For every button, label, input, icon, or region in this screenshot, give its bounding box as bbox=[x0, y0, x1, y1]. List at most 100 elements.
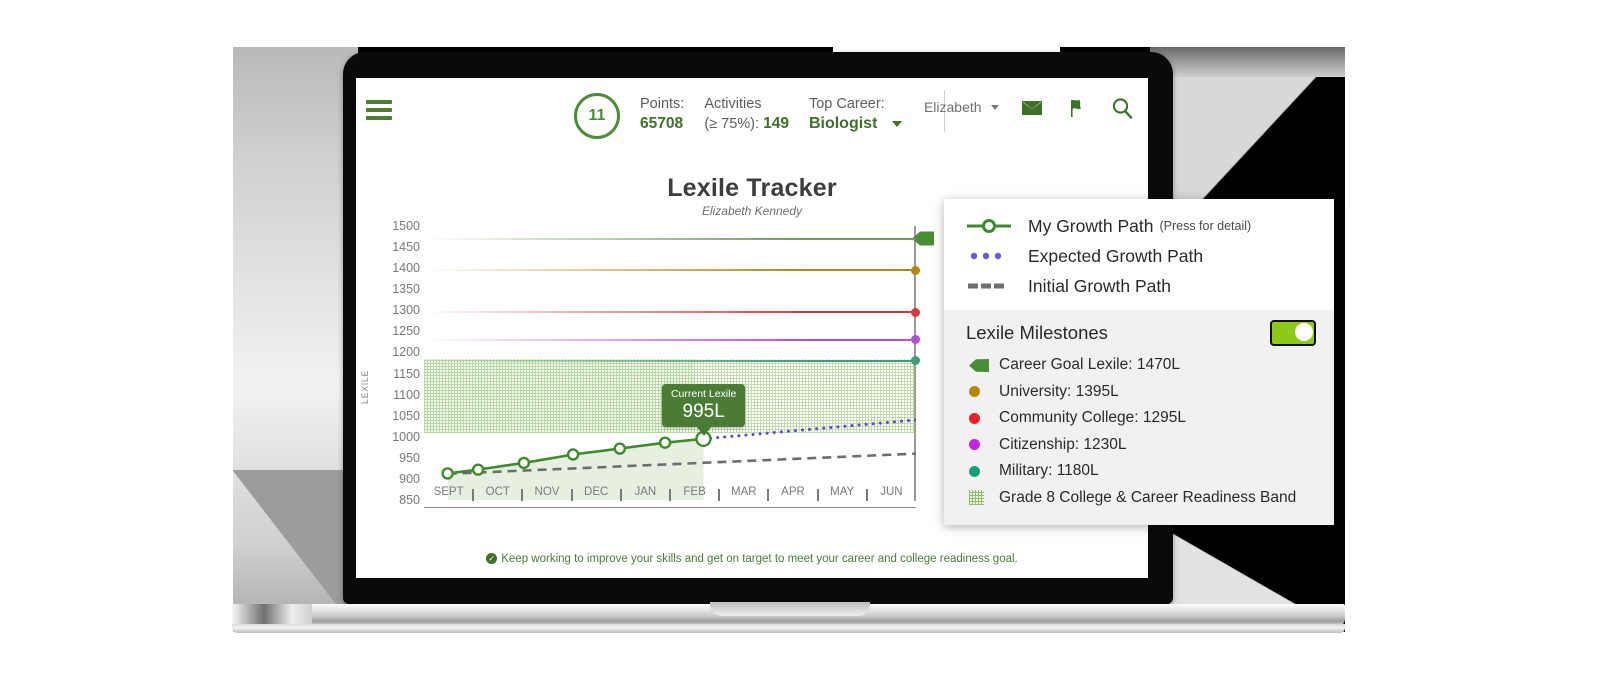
y-axis-tick: 1400 bbox=[392, 261, 420, 276]
milestones-header: Lexile Milestones bbox=[966, 320, 1316, 346]
legend-marker bbox=[966, 248, 1028, 264]
data-point-marker[interactable] bbox=[517, 456, 531, 470]
x-axis-tick-labels: SEPT OCT NOV DEC JAN FEB MAR APR MAY JUN bbox=[424, 486, 916, 506]
status-message-text: Keep working to improve your skills and … bbox=[501, 553, 1018, 565]
y-axis-tick: 1500 bbox=[392, 219, 420, 233]
milestone-label: University: 1395L bbox=[999, 382, 1119, 400]
milestone-marker bbox=[966, 386, 999, 398]
legend-milestones-panel: My Growth Path (Press for detail) Expected… bbox=[944, 199, 1334, 525]
laptop-base-edge bbox=[232, 624, 1345, 633]
y-axis-tick: 1100 bbox=[393, 387, 420, 402]
legend-label: My Growth Path bbox=[1028, 215, 1154, 236]
y-axis-tick: 1450 bbox=[392, 240, 420, 255]
y-axis-tick: 1250 bbox=[392, 324, 420, 339]
check-circle-icon: ✓ bbox=[486, 553, 498, 565]
y-axis-tick: 1200 bbox=[392, 345, 420, 360]
x-axis-tick: FEB bbox=[683, 486, 706, 498]
milestone-marker bbox=[966, 412, 999, 424]
milestones-list: Career Goal Lexile: 1470L University: 139… bbox=[966, 352, 1316, 511]
activities-label: Activities bbox=[704, 96, 762, 112]
screenshot-stage: 11 Points: 65708 Activities (≥ 75%): 149… bbox=[0, 0, 1600, 699]
user-menu[interactable]: Elizabeth bbox=[924, 99, 999, 117]
y-axis-tick: 1050 bbox=[392, 408, 420, 423]
search-icon[interactable] bbox=[1110, 96, 1134, 120]
career-goal-flag-icon bbox=[969, 358, 989, 372]
legend-marker bbox=[966, 218, 1028, 234]
legend-marker bbox=[966, 278, 1028, 294]
milestone-item[interactable]: Career Goal Lexile: 1470L bbox=[966, 352, 1316, 379]
plot-area[interactable]: Current Lexile 995L bbox=[424, 218, 934, 508]
app-header: 11 Points: 65708 Activities (≥ 75%): 149… bbox=[356, 78, 1148, 140]
level-badge: 11 bbox=[574, 93, 620, 139]
points-label: Points: bbox=[640, 96, 685, 112]
y-axis-tick: 1150 bbox=[393, 366, 420, 381]
x-axis-tick: JAN bbox=[634, 486, 657, 498]
milestone-item[interactable]: Grade 8 College & Career Readiness Band bbox=[966, 485, 1316, 512]
dotted-line-icon bbox=[970, 252, 1002, 260]
chevron-down-icon bbox=[891, 120, 902, 127]
x-axis-tick: OCT bbox=[485, 486, 510, 498]
legend-item[interactable]: Expected Growth Path bbox=[966, 241, 1334, 271]
legend-label: Initial Growth Path bbox=[1028, 275, 1171, 296]
laptop-base-highlight bbox=[232, 604, 312, 626]
legend-list: My Growth Path (Press for detail) Expected… bbox=[944, 199, 1334, 310]
career-value: Biologist bbox=[808, 115, 878, 132]
milestone-marker bbox=[966, 358, 999, 373]
milestone-color-dot bbox=[969, 386, 980, 398]
user-name: Elizabeth bbox=[923, 99, 982, 115]
data-point-marker[interactable] bbox=[471, 463, 485, 476]
activities-value: 149 bbox=[763, 115, 789, 132]
milestones-toggle[interactable] bbox=[1270, 320, 1316, 346]
activities-sub-label: (≥ 75%): bbox=[704, 116, 760, 132]
milestone-marker bbox=[966, 465, 999, 477]
data-point-marker[interactable] bbox=[613, 442, 627, 455]
milestone-label: Military: 1180L bbox=[999, 462, 1099, 480]
data-point-marker[interactable] bbox=[441, 467, 454, 480]
x-axis-tick: APR bbox=[781, 486, 805, 498]
legend-item[interactable]: Initial Growth Path bbox=[966, 271, 1334, 301]
milestone-label: Citizenship: 1230L bbox=[999, 435, 1127, 453]
y-axis-tick: 1000 bbox=[392, 429, 420, 444]
milestone-item[interactable]: University: 1395L bbox=[966, 379, 1316, 406]
milestone-item[interactable]: Community College: 1295L bbox=[966, 405, 1316, 432]
activities-value-row: (≥ 75%): 149 bbox=[704, 115, 789, 133]
career-select[interactable]: Biologist bbox=[809, 115, 902, 133]
milestone-color-dot bbox=[969, 465, 980, 477]
milestone-item[interactable]: Citizenship: 1230L bbox=[966, 432, 1316, 459]
status-message: ✓ Keep working to improve your skills and… bbox=[356, 553, 1148, 565]
milestone-item[interactable]: Military: 1180L bbox=[966, 458, 1316, 485]
x-axis-tick: MAY bbox=[830, 486, 855, 498]
header-stats: 11 Points: 65708 Activities (≥ 75%): 149… bbox=[574, 88, 902, 139]
y-axis-tick: 1350 bbox=[392, 282, 420, 297]
chart-series-svg bbox=[441, 418, 916, 500]
hamburger-icon[interactable] bbox=[366, 100, 392, 124]
y-axis-tick: 950 bbox=[399, 450, 420, 465]
milestone-label: Community College: 1295L bbox=[999, 409, 1186, 427]
top-career-stat: Top Career: Biologist bbox=[809, 96, 902, 133]
milestone-color-dot bbox=[969, 412, 980, 424]
milestone-label: Grade 8 College & Career Readiness Band bbox=[999, 488, 1297, 506]
milestone-marker bbox=[966, 490, 999, 506]
y-axis-title: LEXILE bbox=[360, 369, 370, 404]
x-axis-tick: JUN bbox=[880, 486, 903, 498]
current-lexile-tooltip: Current Lexile 995L bbox=[661, 383, 746, 436]
milestone-color-dot bbox=[969, 439, 980, 451]
data-point-marker[interactable] bbox=[566, 448, 580, 461]
tooltip-value: 995L bbox=[682, 400, 725, 422]
laptop-base-notch bbox=[710, 602, 870, 616]
solid-line-marker-icon bbox=[967, 219, 1011, 233]
envelope-icon[interactable] bbox=[1020, 96, 1044, 120]
header-actions: Elizabeth bbox=[924, 96, 1134, 120]
dashed-line-icon bbox=[968, 283, 1004, 289]
y-axis-tick: 1300 bbox=[392, 303, 420, 318]
milestone-label: Career Goal Lexile: 1470L bbox=[999, 356, 1180, 374]
flag-icon[interactable] bbox=[1065, 96, 1089, 120]
activities-stat: Activities (≥ 75%): 149 bbox=[704, 96, 789, 133]
chevron-down-icon bbox=[991, 105, 999, 111]
legend-item[interactable]: My Growth Path (Press for detail) bbox=[966, 211, 1334, 241]
data-point-marker[interactable] bbox=[658, 436, 672, 449]
readiness-band-swatch bbox=[969, 490, 984, 506]
x-axis-tick: DEC bbox=[584, 486, 609, 498]
tooltip-label: Current Lexile bbox=[670, 387, 737, 400]
legend-note: (Press for detail) bbox=[1159, 219, 1252, 233]
